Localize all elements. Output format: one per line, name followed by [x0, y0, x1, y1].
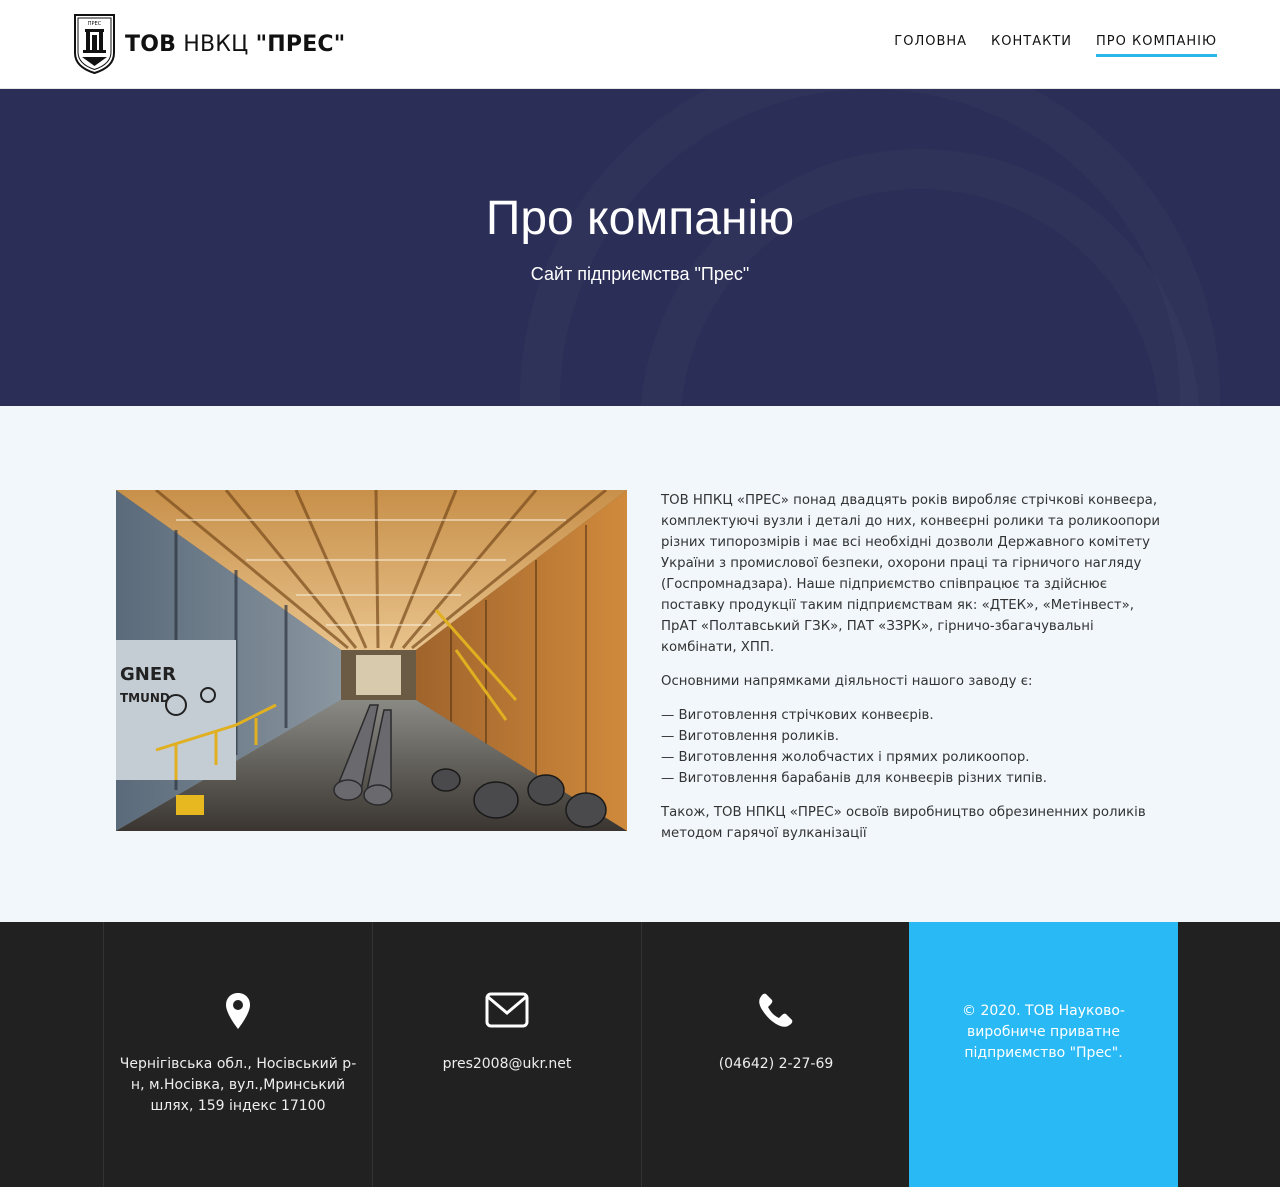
site-footer: Чернігівська обл., Носівський р-н, м.Нос…	[0, 922, 1280, 1187]
main-nav: ГОЛОВНА КОНТАКТИ ПРО КОМПАНІЮ	[870, 34, 1217, 57]
list-item: — Виготовлення стрічкових конвеєрів.	[661, 708, 934, 723]
logo-text-bold: ТОВ	[125, 31, 177, 57]
about-paragraph: Також, ТОВ НПКЦ «ПРЕС» освоїв виробництв…	[661, 805, 1146, 841]
copyright-text: © 2020. ТОВ Науково-виробниче приватне п…	[962, 1003, 1125, 1061]
nav-item-about[interactable]: ПРО КОМПАНІЮ	[1096, 34, 1217, 57]
site-header: ПРЕС ТОВ НВКЦ "ПРЕС" ГОЛОВНА КОНТАКТИ ПР…	[0, 0, 1280, 89]
factory-hall-image: GNER TMUND	[116, 490, 627, 831]
location-pin-icon	[226, 993, 250, 1029]
about-section: GNER TMUND ТОВ НПКЦ «ПРЕС» понад двадцят…	[0, 406, 1280, 922]
phone-link[interactable]: (04642) 2-27-69	[652, 1054, 900, 1075]
footer-address: Чернігівська обл., Носівський р-н, м.Нос…	[103, 922, 372, 1187]
phone-icon	[759, 993, 793, 1027]
page-title: Про компанію	[485, 192, 795, 245]
nav-item-home[interactable]: ГОЛОВНА	[894, 34, 967, 57]
svg-text:ПРЕС: ПРЕС	[88, 21, 102, 27]
envelope-icon	[485, 992, 529, 1028]
svg-text:TMUND: TMUND	[120, 691, 170, 705]
factory-hall-photo: GNER TMUND	[116, 490, 627, 831]
footer-copyright: © 2020. ТОВ Науково-виробниче приватне п…	[909, 922, 1178, 1187]
hero-banner: Про компанію Сайт підприємства "Прес"	[0, 89, 1280, 406]
footer-phone: (04642) 2-27-69	[641, 922, 910, 1187]
list-item: — Виготовлення роликів.	[661, 729, 839, 744]
footer-email: pres2008@ukr.net	[372, 922, 641, 1187]
email-link[interactable]: pres2008@ukr.net	[383, 1054, 631, 1075]
address-text: Чернігівська обл., Носівський р-н, м.Нос…	[119, 1056, 357, 1114]
nav-item-contacts[interactable]: КОНТАКТИ	[991, 34, 1072, 57]
about-paragraph: Основними напрямками діяльності нашого з…	[661, 674, 1033, 689]
logo-text-middle: НВКЦ	[176, 31, 256, 57]
about-text: ТОВ НПКЦ «ПРЕС» понад двадцять років вир…	[661, 490, 1161, 857]
list-item: — Виготовлення барабанів для конвеєрів р…	[661, 771, 1047, 786]
site-logo[interactable]: ПРЕС ТОВ НВКЦ "ПРЕС"	[72, 13, 345, 75]
svg-text:GNER: GNER	[120, 664, 176, 685]
logo-text-end: "ПРЕС"	[255, 31, 346, 57]
site-logo-text: ТОВ НВКЦ "ПРЕС"	[125, 32, 345, 57]
about-paragraph: ТОВ НПКЦ «ПРЕС» понад двадцять років вир…	[661, 493, 1161, 655]
activities-list: — Виготовлення стрічкових конвеєрів. — В…	[661, 705, 1161, 789]
page-subtitle: Сайт підприємства "Прес"	[530, 264, 750, 284]
list-item: — Виготовлення жолобчастих і прямих роли…	[661, 750, 1030, 765]
pres-emblem-icon: ПРЕС	[74, 14, 115, 75]
